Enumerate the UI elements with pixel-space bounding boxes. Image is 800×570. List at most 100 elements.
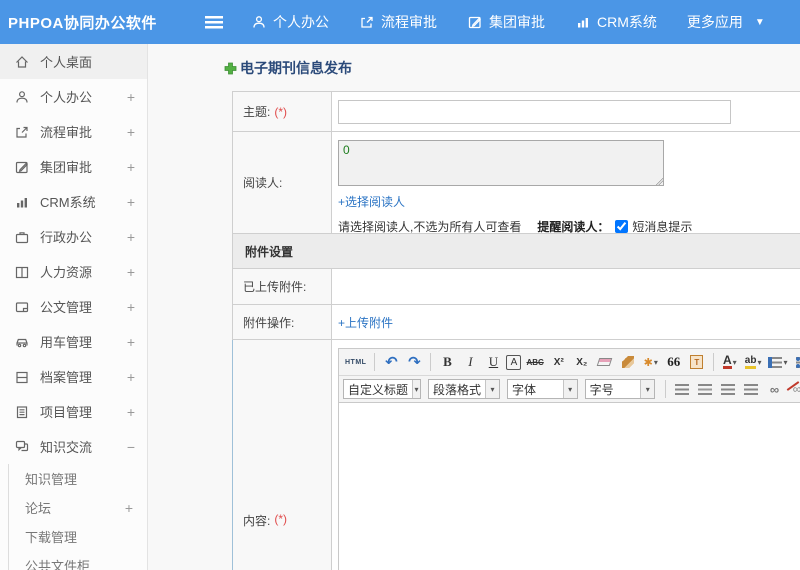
chart-icon	[14, 194, 30, 210]
custom-title-dropdown[interactable]: 自定义标题 ▾	[343, 379, 421, 399]
caret-down-icon[interactable]: ▼	[755, 17, 765, 28]
sidebar-item-desktop[interactable]: 个人桌面	[0, 44, 147, 79]
blockquote-button[interactable]: 66	[664, 352, 684, 372]
strikethrough-button[interactable]: ABC	[524, 352, 545, 372]
home-icon	[14, 54, 30, 70]
align-right-icon[interactable]	[718, 379, 738, 399]
sidebar-item-crm[interactable]: CRM系统 +	[0, 184, 147, 219]
readers-row: 阅读人: 0 +选择阅读人 请选择阅读人,不选为所有人可查看 提醒阅读人： 短消…	[232, 132, 800, 234]
sidebar-item-archives[interactable]: 档案管理 +	[0, 359, 147, 394]
nav-group-approval[interactable]: 集团审批	[467, 12, 545, 32]
top-header: PHPOA协同办公软件 个人办公 流程审批 集团审批 CRM系统 更多应用 ▼	[0, 0, 800, 44]
publish-form: 主题: (*) 阅读人: 0 +选择阅读人 请选择阅读人,不选为所有人可查看 提…	[232, 91, 800, 570]
content-label: 内容: (*)	[233, 340, 332, 570]
autoformat-wand-icon[interactable]: ✱ ▾	[641, 352, 661, 372]
eraser-icon[interactable]	[595, 352, 615, 372]
format-brush-icon[interactable]	[618, 352, 638, 372]
ops-label: 附件操作:	[233, 305, 332, 339]
sidebar-item-personal-office[interactable]: 个人办公 +	[0, 79, 147, 114]
align-left-icon[interactable]	[672, 379, 692, 399]
sidebar-subitem-forum[interactable]: 论坛 +	[9, 493, 147, 522]
sms-checkbox[interactable]	[615, 220, 629, 233]
uploaded-label: 已上传附件:	[233, 269, 332, 304]
align-justify-icon[interactable]	[741, 379, 761, 399]
undo-icon[interactable]: ↶	[381, 352, 401, 372]
sidebar-subitem-knowledge-mgmt[interactable]: 知识管理	[9, 464, 147, 493]
chevron-down-icon: ▾	[412, 380, 420, 398]
page-title: 电子期刊信息发布	[240, 60, 352, 76]
subject-label: 主题: (*)	[233, 92, 332, 131]
upload-attachment-link[interactable]: +上传附件	[338, 314, 393, 331]
briefcase-icon	[14, 229, 30, 245]
sidebar-item-projects[interactable]: 项目管理 +	[0, 394, 147, 429]
app-logo: PHPOA协同办公软件	[8, 14, 157, 32]
nav-more-apps[interactable]: 更多应用	[687, 12, 743, 32]
content-row: 内容: (*) HTML ↶ ↷ B I U A ABC X² X₂ ✱ ▾ 6…	[232, 340, 800, 570]
nav-crm[interactable]: CRM系统	[575, 12, 657, 32]
redo-icon[interactable]: ↷	[404, 352, 424, 372]
readers-textarea[interactable]: 0	[338, 140, 664, 186]
unordered-list-button[interactable]	[793, 352, 800, 372]
nav-personal-office[interactable]: 个人办公	[251, 12, 329, 32]
workflow-icon	[359, 14, 375, 30]
rich-text-editor: HTML ↶ ↷ B I U A ABC X² X₂ ✱ ▾ 66 T A ▾ …	[338, 348, 800, 570]
underline-button[interactable]: U	[483, 352, 503, 372]
paste-text-icon[interactable]: T	[687, 352, 707, 372]
document-icon	[14, 299, 30, 315]
sidebar-item-workflow-approval[interactable]: 流程审批 +	[0, 114, 147, 149]
subscript-button[interactable]: X₂	[572, 352, 592, 372]
sidebar-subitem-public-cabinet[interactable]: 公共文件柜	[9, 551, 147, 570]
readers-hint: 请选择阅读人,不选为所有人可查看	[338, 220, 522, 234]
ordered-list-button[interactable]: ▾	[766, 352, 789, 372]
border-text-button[interactable]: A	[506, 354, 522, 370]
align-center-icon[interactable]	[695, 379, 715, 399]
chat-bubbles-icon	[14, 439, 30, 455]
sidebar-item-group-approval[interactable]: 集团审批 +	[0, 149, 147, 184]
person-icon	[14, 89, 30, 105]
nav-workflow-approval[interactable]: 流程审批	[359, 12, 437, 32]
page-title-row: 电子期刊信息发布	[224, 58, 800, 78]
html-source-button[interactable]: HTML	[343, 352, 368, 372]
sidebar-subitem-downloads[interactable]: 下载管理	[9, 522, 147, 551]
subject-input[interactable]	[338, 99, 731, 124]
chevron-down-icon: ▾	[562, 380, 577, 398]
edit-icon	[467, 14, 483, 30]
uploaded-attachments-row: 已上传附件:	[232, 269, 800, 305]
editor-content-area[interactable]	[339, 403, 800, 570]
attachment-section-header: 附件设置	[232, 234, 800, 269]
chart-icon	[575, 14, 591, 30]
remind-readers-label: 提醒阅读人：	[537, 220, 610, 234]
superscript-button[interactable]: X²	[549, 352, 569, 372]
archive-icon	[14, 369, 30, 385]
editor-toolbar-row2: 自定义标题 ▾ 段落格式 ▾ 字体 ▾ 字号 ▾ ∞ ∞	[339, 376, 800, 403]
highlight-color-button[interactable]: ab ▾	[743, 352, 764, 372]
sms-label: 短消息提示	[632, 220, 693, 234]
menu-toggle-icon[interactable]	[205, 15, 223, 29]
chevron-down-icon: ▾	[640, 380, 655, 398]
sidebar-item-hr[interactable]: 人力资源 +	[0, 254, 147, 289]
remove-link-icon[interactable]: ∞	[787, 379, 800, 399]
readers-hint-row: 请选择阅读人,不选为所有人可查看 提醒阅读人： 短消息提示	[338, 218, 800, 235]
sidebar-item-documents[interactable]: 公文管理 +	[0, 289, 147, 324]
required-mark: (*)	[274, 104, 288, 119]
sidebar-item-vehicles[interactable]: 用车管理 +	[0, 324, 147, 359]
attachment-ops-row: 附件操作: +上传附件	[232, 305, 800, 340]
sidebar: 个人桌面 个人办公 + 流程审批 + 集团审批 + CRM系统 + 行政办公 +…	[0, 44, 148, 570]
book-icon	[14, 264, 30, 280]
knowledge-submenu: 知识管理 论坛 + 下载管理 公共文件柜	[8, 464, 147, 570]
font-family-dropdown[interactable]: 字体 ▾	[507, 379, 578, 399]
bold-button[interactable]: B	[437, 352, 457, 372]
main-content: 电子期刊信息发布 主题: (*) 阅读人: 0 +选择阅读人 请选择阅读人,不选…	[148, 44, 800, 570]
uploaded-list	[332, 269, 800, 304]
select-readers-link[interactable]: +选择阅读人	[338, 193, 405, 210]
sidebar-item-knowledge[interactable]: 知识交流 −	[0, 429, 147, 464]
top-nav: 个人办公 流程审批 集团审批 CRM系统 更多应用 ▼	[251, 12, 765, 32]
font-size-dropdown[interactable]: 字号 ▾	[584, 379, 656, 399]
clipboard-icon	[14, 404, 30, 420]
insert-link-icon[interactable]: ∞	[764, 379, 784, 399]
car-icon	[14, 334, 30, 350]
font-color-button[interactable]: A ▾	[720, 352, 740, 372]
paragraph-format-dropdown[interactable]: 段落格式 ▾	[428, 379, 501, 399]
italic-button[interactable]: I	[460, 352, 480, 372]
sidebar-item-admin-office[interactable]: 行政办公 +	[0, 219, 147, 254]
